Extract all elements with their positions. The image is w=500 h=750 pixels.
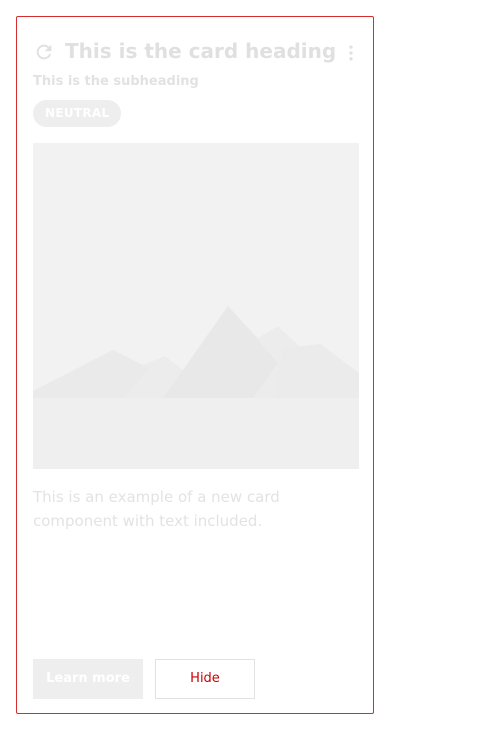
- card-image-placeholder: [33, 143, 359, 469]
- card-subheading: This is the subheading: [33, 74, 199, 89]
- status-badge: NEUTRAL: [33, 100, 122, 127]
- hide-button[interactable]: Hide: [155, 659, 255, 699]
- card-body-text: This is an example of a new card compone…: [33, 488, 280, 530]
- more-vertical-icon[interactable]: [341, 43, 361, 63]
- card-heading: This is the card heading: [65, 39, 337, 63]
- refresh-icon[interactable]: [33, 41, 55, 63]
- card: This is the card heading This is the sub…: [16, 16, 374, 714]
- learn-more-button[interactable]: Learn more: [33, 659, 143, 699]
- card-header: This is the card heading: [33, 37, 359, 65]
